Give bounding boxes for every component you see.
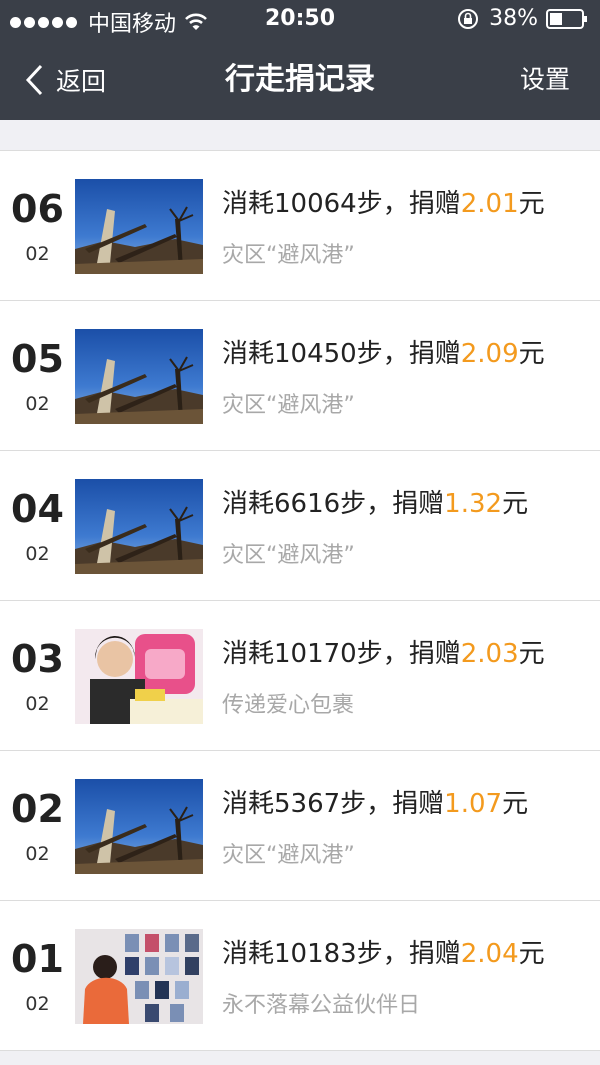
child-backpack-photo [75,629,203,724]
record-month: 02 [25,243,50,265]
record-row[interactable]: 01 02 消耗10183步，捐赠2.04元永不落幕公益伙伴日 [0,901,600,1051]
disaster-photo [75,479,203,574]
settings-button[interactable]: 设置 [520,60,570,100]
record-day: 02 [11,787,64,831]
photo-wall-photo [75,929,203,1024]
record-row[interactable]: 03 02 消耗10170步，捐赠2.03元传递爱心包裹 [0,601,600,751]
record-steps-text: 消耗10450步，捐赠 [222,339,461,369]
record-summary: 消耗5367步，捐赠1.07元 [222,783,528,820]
record-day: 05 [11,337,64,381]
record-currency: 元 [518,339,545,369]
status-bar: 中国移动 20:50 38% [0,0,600,40]
record-steps-text: 消耗10064步，捐赠 [222,189,461,219]
record-month: 02 [25,393,50,415]
record-row[interactable]: 06 02 消耗10064步，捐赠2.01元灾区“避风港” [0,151,600,301]
navigation-bar: 返回 行走捐记录 设置 [0,40,600,120]
record-currency: 元 [518,639,545,669]
record-row[interactable]: 02 02 消耗5367步，捐赠1.07元灾区“避风港” [0,751,600,901]
record-project: 传递爱心包裹 [222,693,355,718]
record-project: 灾区“避风港” [222,393,355,418]
record-project: 灾区“避风港” [222,243,355,268]
record-amount: 2.04 [460,939,519,969]
record-summary: 消耗10450步，捐赠2.09元 [222,333,545,370]
record-amount: 2.03 [460,639,519,669]
status-right: 38% [457,6,588,31]
record-row[interactable]: 04 02 消耗6616步，捐赠1.32元灾区“避风港” [0,451,600,601]
record-row[interactable]: 05 02 消耗10450步，捐赠2.09元灾区“避风港” [0,301,600,451]
battery-percent: 38% [489,6,538,31]
record-month: 02 [25,693,50,715]
record-month: 02 [25,843,50,865]
record-amount: 1.07 [444,789,503,819]
record-day: 03 [11,637,64,681]
disaster-photo [75,779,203,874]
record-steps-text: 消耗10183步，捐赠 [222,939,461,969]
record-list: 06 02 消耗10064步，捐赠2.01元 灾区“避风港” 05 02 消耗1… [0,150,600,1051]
record-steps-text: 消耗5367步，捐赠 [222,789,445,819]
disaster-photo [75,329,203,424]
record-day: 04 [11,487,64,531]
record-amount: 2.09 [460,339,519,369]
record-summary: 消耗10170步，捐赠2.03元 [222,633,545,670]
battery-icon [546,8,587,29]
rotation-lock-icon [458,8,479,29]
record-summary: 消耗10064步，捐赠2.01元 [222,183,545,220]
disaster-photo [75,179,203,274]
record-project: 永不落幕公益伙伴日 [222,993,421,1018]
record-amount: 1.32 [444,489,503,519]
record-summary: 消耗6616步，捐赠1.32元 [222,483,528,520]
record-currency: 元 [502,789,529,819]
record-month: 02 [25,993,50,1015]
record-month: 02 [25,543,50,565]
record-summary: 消耗10183步，捐赠2.04元 [222,933,545,970]
record-day: 06 [11,187,64,231]
record-currency: 元 [502,489,529,519]
record-steps-text: 消耗6616步，捐赠 [222,489,445,519]
record-project: 灾区“避风港” [222,543,355,568]
page-title: 行走捐记录 [225,62,375,97]
record-currency: 元 [518,189,545,219]
record-currency: 元 [518,939,545,969]
record-project: 灾区“避风港” [222,843,355,868]
record-steps-text: 消耗10170步，捐赠 [222,639,461,669]
record-day: 01 [11,937,64,981]
record-amount: 2.01 [460,189,519,219]
